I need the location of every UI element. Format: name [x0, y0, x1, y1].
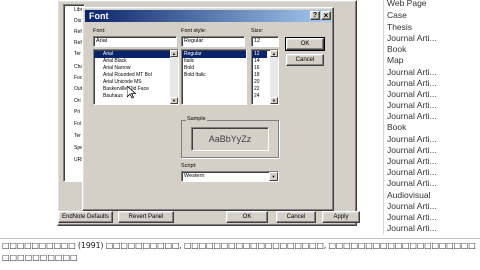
sample-label: Sample — [186, 116, 207, 122]
list-item[interactable]: Journal Arti... — [387, 67, 437, 77]
list-item[interactable]: Journal Arti... — [387, 156, 437, 166]
font-list-scrollbar[interactable]: ▲ ▼ — [170, 50, 178, 104]
cancel-button[interactable]: Cancel — [276, 211, 316, 223]
script-value: Western — [184, 173, 205, 179]
font-name-list[interactable]: Arial Arial Black Arial Narrow Arial Rou… — [93, 49, 179, 105]
list-item[interactable]: Audiovisual — [387, 190, 430, 200]
font-list-item[interactable]: Arial Narrow — [94, 65, 178, 72]
font-style-label: Font style: — [181, 28, 207, 34]
list-item[interactable]: Journal Arti... — [387, 212, 437, 222]
list-item[interactable]: Book — [387, 44, 406, 54]
list-item[interactable]: Journal Arti... — [387, 134, 437, 144]
font-list-item[interactable]: Arial Unicode MS — [94, 79, 178, 86]
reference-text-line: □□□□□□□□□□ — [2, 253, 78, 262]
list-item[interactable]: Journal Arti... — [387, 201, 437, 211]
chevron-down-icon[interactable]: ▼ — [269, 172, 278, 181]
font-list-item[interactable]: Arial Rounded MT Bol — [94, 72, 178, 79]
font-style-list[interactable]: Regular Italic Bold Bold Italic — [181, 49, 247, 105]
scroll-up-icon[interactable]: ▲ — [170, 50, 178, 57]
close-button[interactable]: × — [321, 11, 331, 20]
font-style-input[interactable]: Regular — [181, 36, 245, 47]
mouse-cursor-icon — [127, 86, 136, 99]
font-dialog: Font ? × Font: Arial Arial Arial Black A… — [82, 7, 334, 211]
list-item[interactable]: Journal Arti... — [387, 145, 437, 155]
font-size-label: Size: — [251, 28, 264, 34]
list-item[interactable]: Journal Arti... — [387, 111, 437, 121]
font-size-item[interactable]: 12 — [252, 51, 267, 58]
category-item[interactable]: Ref — [72, 29, 82, 36]
font-list-item[interactable]: Bauhaus — [94, 93, 178, 100]
font-name-input[interactable]: Arial — [93, 36, 177, 47]
script-label: Script: — [181, 163, 197, 169]
font-style-item[interactable]: Bold Italic — [182, 72, 246, 79]
list-item[interactable]: Journal Arti... — [387, 167, 437, 177]
font-list-item[interactable]: Baskerville Old Face — [94, 86, 178, 93]
endnote-defaults-button[interactable]: EndNote Defaults — [58, 211, 113, 223]
font-list-item[interactable]: Arial Black — [94, 58, 178, 65]
category-item[interactable]: Libr — [72, 7, 82, 14]
list-item[interactable]: Case — [387, 10, 407, 20]
category-item[interactable]: Ter — [72, 51, 81, 58]
scroll-down-icon[interactable]: ▼ — [170, 97, 178, 104]
list-item[interactable]: Journal Arti... — [387, 178, 437, 188]
list-divider — [383, 0, 384, 234]
bottom-divider — [0, 238, 480, 239]
font-dialog-titlebar[interactable]: Font ? × — [85, 10, 331, 22]
scroll-up-icon[interactable]: ▲ — [270, 50, 278, 57]
category-item[interactable]: Fol — [72, 121, 81, 128]
list-item[interactable]: Journal Arti... — [387, 223, 437, 233]
category-item[interactable]: Ter — [72, 133, 81, 140]
category-item[interactable]: Pri — [72, 109, 80, 116]
font-list-item[interactable]: Arial — [94, 51, 178, 58]
category-item[interactable]: Ori — [72, 98, 81, 105]
font-cancel-button[interactable]: Cancel — [286, 54, 324, 66]
script-select[interactable]: Western ▼ — [181, 171, 279, 182]
list-item[interactable]: Journal Arti... — [387, 89, 437, 99]
font-dialog-title: Font — [89, 11, 109, 21]
reference-text-line: □□□□□□□□□□ (1991) □□□□□□□□□□, □□□□□□□□□□… — [2, 241, 476, 250]
category-item[interactable]: Ref — [72, 40, 82, 47]
list-item[interactable]: Web Page — [387, 0, 427, 8]
font-label: Font: — [93, 28, 106, 34]
list-item[interactable]: Thesis — [387, 22, 412, 32]
sample-preview: AaBbYyZz — [191, 127, 269, 151]
list-item[interactable]: Book — [387, 122, 406, 132]
font-style-item[interactable]: Regular — [182, 51, 246, 58]
list-item[interactable]: Journal Arti... — [387, 33, 437, 43]
font-style-item[interactable]: Italic — [182, 58, 246, 65]
category-item[interactable]: Out — [72, 86, 82, 93]
scroll-down-icon[interactable]: ▼ — [270, 97, 278, 104]
font-size-list[interactable]: 12 14 16 18 20 22 24 ▲ ▼ — [251, 49, 279, 105]
font-size-input[interactable]: 12 — [251, 36, 279, 47]
list-item[interactable]: Journal Arti... — [387, 78, 437, 88]
font-ok-button[interactable]: OK — [285, 37, 325, 51]
category-item[interactable]: Dis — [72, 18, 81, 25]
font-size-scrollbar[interactable]: ▲ ▼ — [270, 50, 278, 104]
font-style-item[interactable]: Bold — [182, 65, 246, 72]
list-item[interactable]: Journal Arti... — [387, 100, 437, 110]
ok-button[interactable]: OK — [226, 211, 268, 223]
sample-text: AaBbYyZz — [208, 134, 252, 144]
revert-panel-button[interactable]: Revert Panel — [118, 211, 174, 223]
list-item[interactable]: Map — [387, 55, 404, 65]
apply-button[interactable]: Apply — [322, 211, 360, 223]
help-button[interactable]: ? — [310, 11, 320, 20]
